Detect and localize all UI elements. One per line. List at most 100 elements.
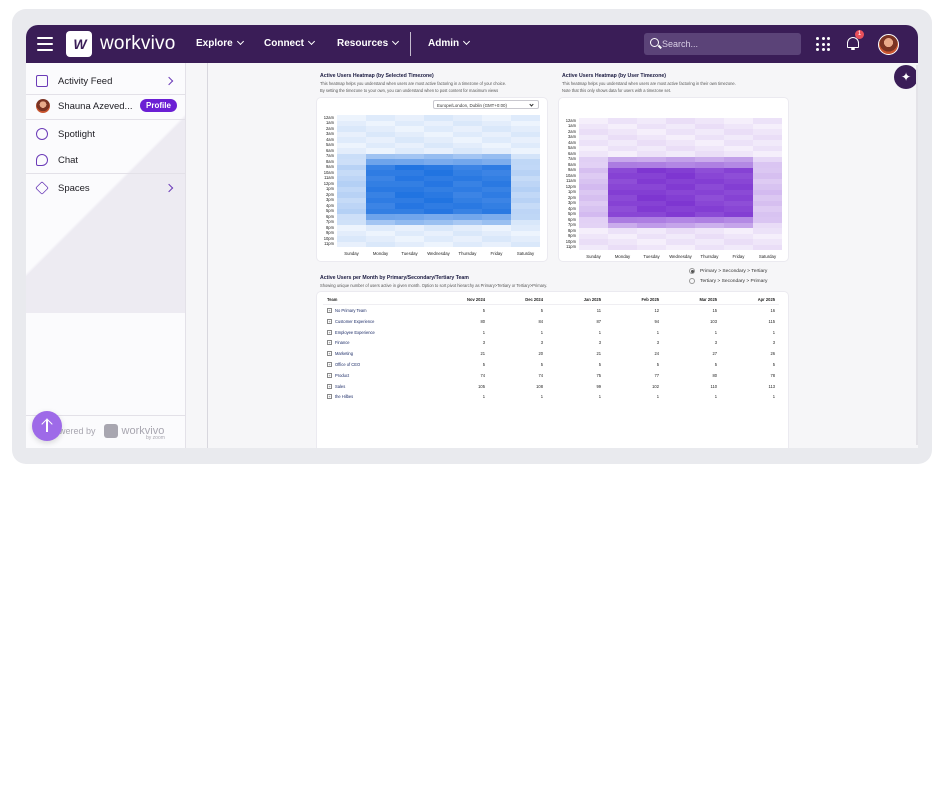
table-team-cell[interactable]: Customer Experience <box>335 319 374 324</box>
nav-resources[interactable]: Resources <box>337 37 400 49</box>
expand-row-icon[interactable]: + <box>327 318 332 324</box>
heatmap-hour-label: 2am <box>568 128 576 134</box>
heatmap-hour-label: 1am <box>568 123 576 128</box>
sidebar: Activity Feed Shauna Azeved... Profile S… <box>26 63 186 448</box>
heatmap-day-label: Sunday <box>586 254 601 259</box>
table-header-cell[interactable]: Team <box>327 297 337 302</box>
table-header-divider <box>323 304 779 305</box>
table-header-cell[interactable]: Mar 2025 <box>699 297 717 302</box>
table-header-cell[interactable]: Jan 2025 <box>584 297 601 302</box>
table-team-cell[interactable]: Employee Experience <box>335 330 375 335</box>
table-value-cell: 5 <box>656 362 659 367</box>
chat-bubble-icon <box>36 154 48 166</box>
heatmap-selected-title: Active Users Heatmap (by Selected Timezo… <box>320 73 434 79</box>
expand-row-icon[interactable]: + <box>327 329 332 335</box>
nav-explore[interactable]: Explore <box>196 37 244 49</box>
profile-badge[interactable]: Profile <box>140 99 177 112</box>
heatmap-day-label: Tuesday <box>643 254 660 259</box>
ai-sparkle-button[interactable]: ✦ <box>894 65 918 89</box>
heatmap-day-label: Saturday <box>758 254 777 259</box>
table-value-cell: 1 <box>540 329 543 335</box>
logo-text[interactable]: workvivo <box>100 33 176 55</box>
heatmap-hour-label: 2pm <box>568 194 576 200</box>
table-value-cell: 1 <box>772 329 775 335</box>
table-team-cell[interactable]: Office of CEO <box>335 362 360 367</box>
nav-connect[interactable]: Connect <box>264 37 316 49</box>
chevron-right-icon[interactable] <box>164 183 174 193</box>
sort-radio-primary[interactable]: Primary > Secondary > Tertiary <box>689 268 767 274</box>
heatmap-cell <box>695 244 724 250</box>
table-value-cell: 21 <box>480 351 485 357</box>
scrollbar[interactable] <box>916 65 918 445</box>
heatmap-hour-label: 8pm <box>326 224 334 230</box>
heatmap-cell <box>511 241 540 247</box>
heatmap-hour-label: 9am <box>326 164 334 169</box>
table-team-cell[interactable]: Marketing <box>335 351 353 356</box>
expand-row-icon[interactable]: + <box>327 362 332 367</box>
expand-row-icon[interactable]: + <box>327 394 332 400</box>
scroll-to-top-button[interactable] <box>32 411 62 441</box>
profile-avatar <box>36 99 50 113</box>
heatmap-user-title: Active Users Heatmap (by User Timezone) <box>562 73 666 79</box>
compass-icon <box>36 128 48 140</box>
user-avatar[interactable] <box>878 34 899 55</box>
heatmap-cell <box>482 241 511 247</box>
table-value-cell: 94 <box>654 318 659 324</box>
table-value-cell: 74 <box>480 372 485 378</box>
heatmap-hour-label: 5am <box>568 145 576 150</box>
table-header-cell[interactable]: Dec 2024 <box>525 297 543 302</box>
heatmap-hour-label: 11am <box>566 178 576 183</box>
sidebar-item-label: Shauna Azeved... <box>58 100 133 112</box>
table-header-cell[interactable]: Nov 2024 <box>467 297 485 302</box>
sidebar-item-spotlight[interactable]: Spotlight <box>36 125 95 143</box>
timezone-select[interactable]: Europe/London, Dublin (GMT+0:00) <box>433 100 539 109</box>
chevron-down-icon <box>392 37 400 46</box>
heatmap-day-label: Tuesday <box>401 251 418 256</box>
layers-icon <box>35 181 49 195</box>
table-value-cell: 78 <box>770 372 775 378</box>
heatmap-hour-label: 12pm <box>323 180 334 186</box>
table-value-cell: 80 <box>712 372 717 378</box>
table-section-title: Active Users per Month by Primary/Second… <box>320 275 469 281</box>
sort-radio-tertiary[interactable]: Tertiary > Secondary > Primary <box>689 278 767 284</box>
search-input[interactable] <box>662 36 792 52</box>
table-value-cell: 1 <box>540 394 543 400</box>
table-team-cell[interactable]: Sales <box>335 384 345 389</box>
expand-row-icon[interactable]: + <box>327 308 332 313</box>
table-team-cell[interactable]: the Hilbes <box>335 394 353 399</box>
heatmap-day-label: Friday <box>490 251 503 256</box>
table-team-cell[interactable]: Product <box>335 373 349 378</box>
table-value-cell: 12 <box>654 308 659 313</box>
sidebar-item-spaces[interactable]: Spaces <box>35 179 90 197</box>
heatmap-hour-label: 10am <box>565 172 576 178</box>
divider <box>26 173 185 174</box>
heatmap-hour-label: 7pm <box>568 222 576 227</box>
table-team-cell[interactable]: No Primary Team <box>335 308 367 313</box>
expand-row-icon[interactable]: + <box>327 372 332 378</box>
sidebar-item-label: Activity Feed <box>58 75 113 87</box>
expand-row-icon[interactable]: + <box>327 351 332 357</box>
menu-icon[interactable] <box>37 37 53 51</box>
expand-row-icon[interactable]: + <box>327 383 332 389</box>
heatmap-hour-label: 10pm <box>565 238 576 244</box>
search-box[interactable] <box>644 33 801 55</box>
table-value-cell: 5 <box>714 362 717 367</box>
apps-grid-icon[interactable] <box>816 37 830 51</box>
table-header-cell[interactable]: Apr 2025 <box>758 297 775 302</box>
chevron-down-icon <box>236 37 244 46</box>
nav-admin[interactable]: Admin <box>428 37 471 49</box>
table-header-cell[interactable]: Feb 2025 <box>641 297 659 302</box>
table-value-cell: 1 <box>714 394 717 400</box>
heatmap-day-label: Monday <box>372 251 389 256</box>
chevron-right-icon[interactable] <box>164 76 174 86</box>
table-team-cell[interactable]: Finance <box>335 340 350 345</box>
sidebar-item-profile[interactable]: Shauna Azeved... <box>36 97 132 115</box>
expand-row-icon[interactable]: + <box>327 340 332 346</box>
home-icon <box>36 75 48 87</box>
heatmap-hour-label: 5am <box>326 142 334 147</box>
sidebar-item-chat[interactable]: Chat <box>36 151 78 169</box>
heatmap-hour-label: 7pm <box>326 219 334 224</box>
sidebar-item-activity-feed[interactable]: Activity Feed <box>36 72 112 90</box>
radio-empty-icon <box>689 278 695 284</box>
workvivo-logo-icon[interactable]: W <box>66 31 92 57</box>
